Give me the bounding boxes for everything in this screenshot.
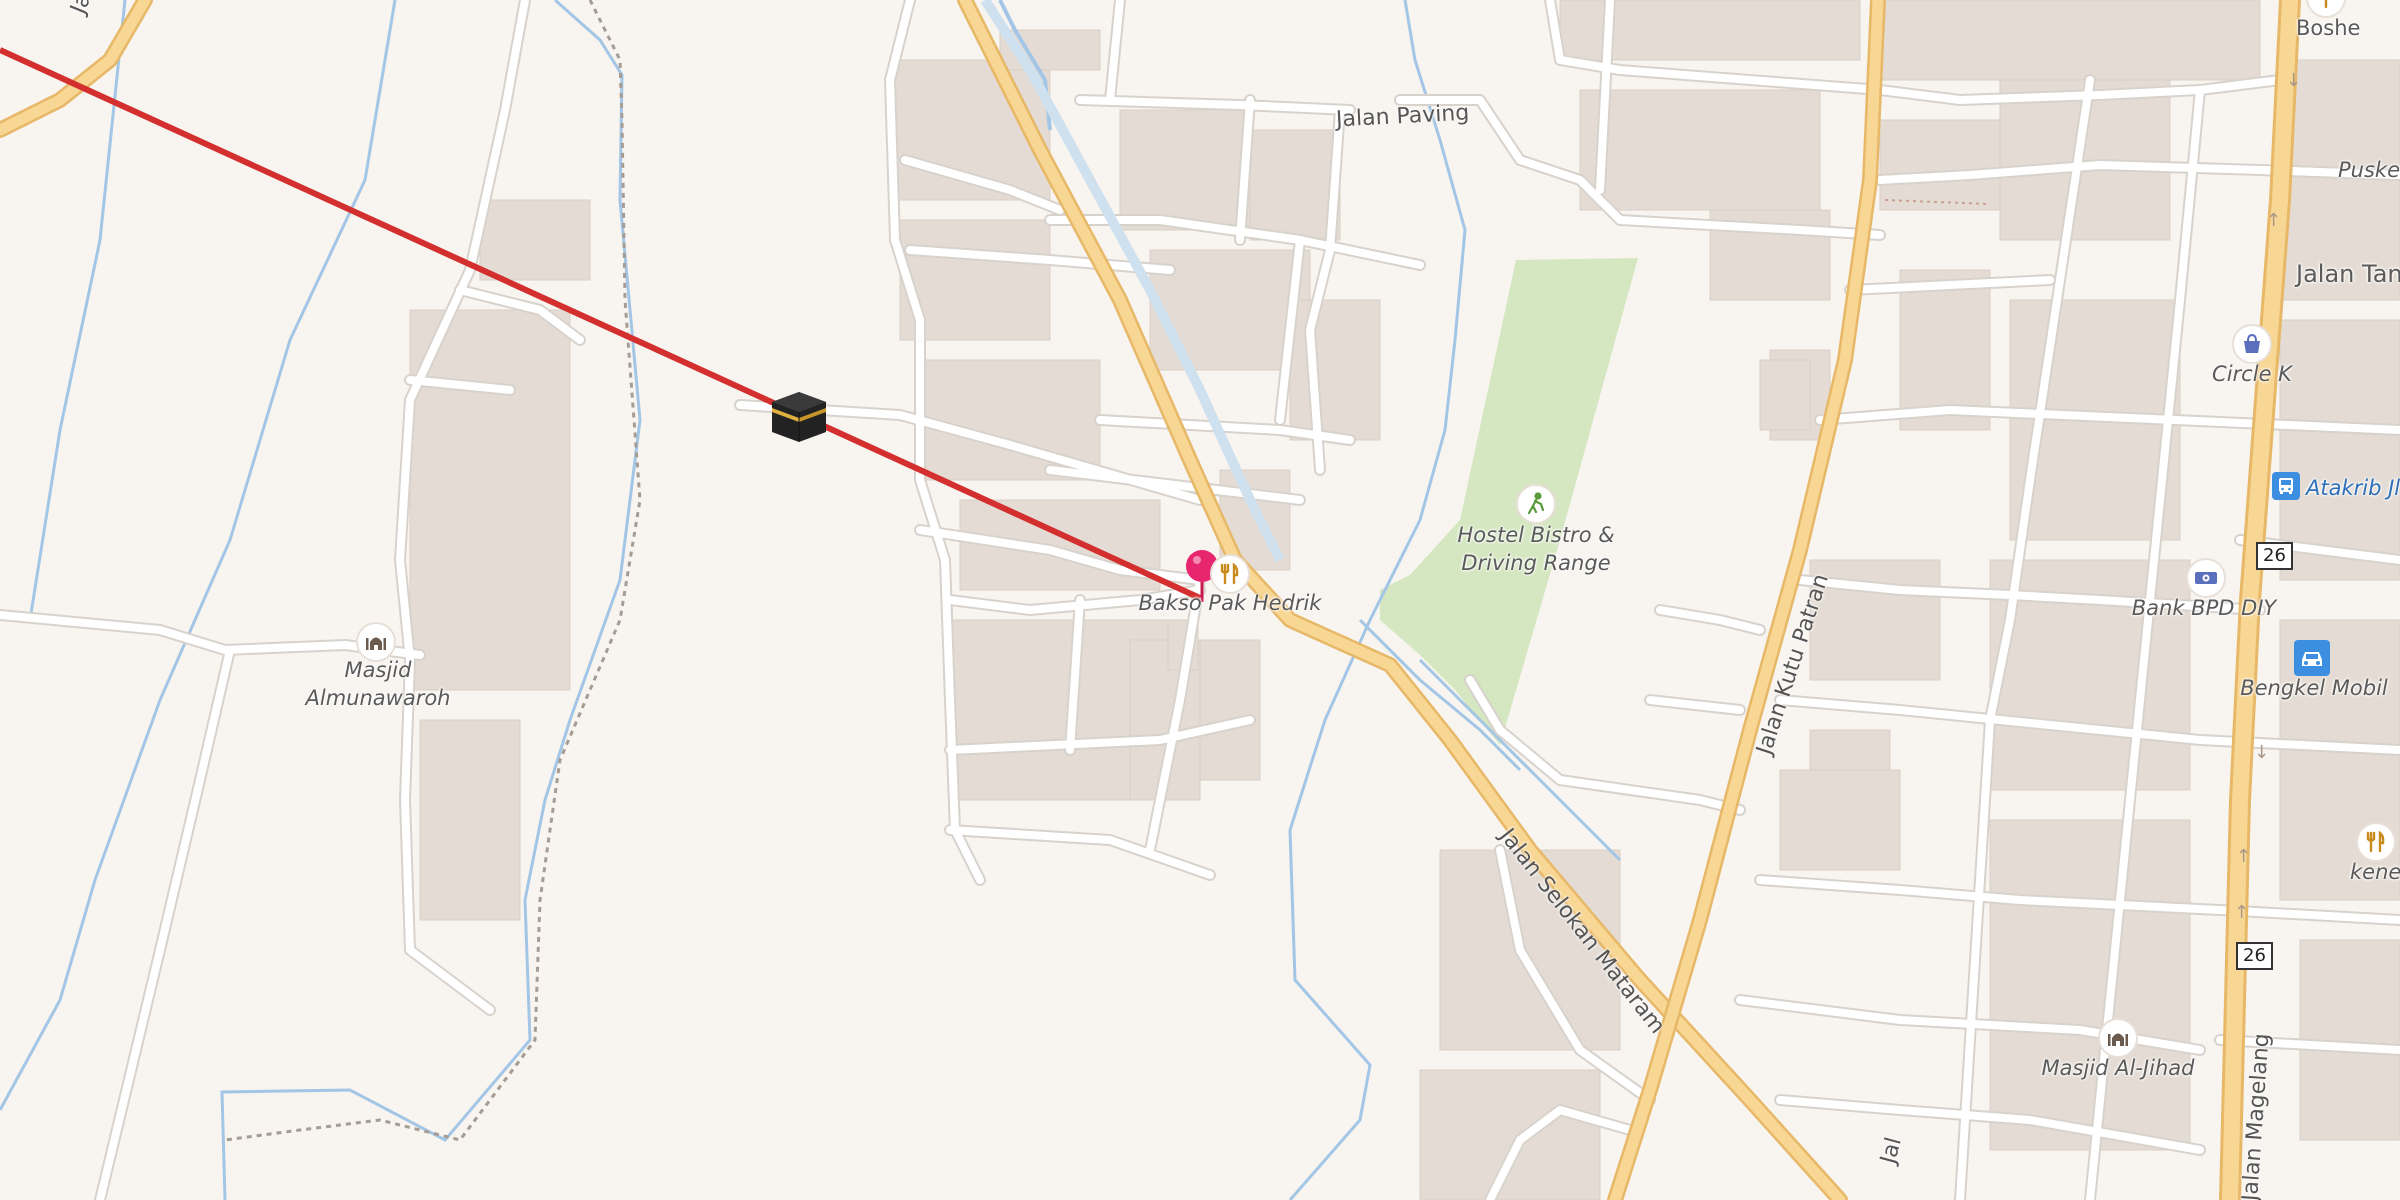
place-label[interactable]: Bank BPD DIY (2132, 594, 2277, 622)
place-label[interactable]: Bengkel Mobil (2240, 674, 2388, 702)
mosque-icon[interactable] (2098, 1018, 2138, 1058)
golf-icon[interactable] (1516, 484, 1556, 524)
shopping-bag-icon[interactable] (2232, 324, 2272, 364)
place-label[interactable]: Puskes (2338, 156, 2400, 184)
fork-knife-icon[interactable] (2356, 822, 2396, 862)
place-label[interactable]: Boshe (2296, 14, 2360, 42)
place-label[interactable]: Hostel Bistro & (1457, 521, 1614, 549)
route-shield: 26 (2236, 942, 2273, 970)
route-shield: 26 (2256, 542, 2293, 570)
oneway-arrow: ↓ (2254, 742, 2270, 763)
place-label[interactable]: Bakso Pak Hedrik (1139, 589, 1322, 617)
oneway-arrow: ↑ (2234, 902, 2250, 923)
fork-knife-icon[interactable] (1210, 554, 1250, 594)
kaaba-icon[interactable] (770, 388, 828, 444)
car-icon[interactable] (2294, 640, 2330, 676)
map-canvas[interactable]: ↓ ↑ ↓ ↑ ↑ 26 26 Boshe Puskes Jalan Tan C… (0, 0, 2400, 1200)
oneway-arrow: ↓ (2286, 70, 2302, 91)
place-label[interactable]: Circle K (2212, 360, 2292, 388)
oneway-arrow: ↑ (2236, 846, 2252, 867)
place-label[interactable]: Driving Range (1461, 549, 1610, 577)
place-label[interactable]: Jalan Tan (2296, 260, 2400, 288)
place-label[interactable]: Masjid (345, 656, 412, 684)
place-label[interactable]: Almunawaroh (306, 684, 451, 712)
place-label[interactable]: Masjid Al-Jihad (2042, 1054, 2195, 1082)
bus-icon[interactable] (2272, 472, 2300, 500)
money-icon[interactable] (2186, 558, 2226, 598)
place-label[interactable]: kenes (2350, 858, 2400, 886)
place-label[interactable]: Atakrib Jl (2306, 474, 2400, 502)
oneway-arrow: ↑ (2266, 210, 2282, 231)
